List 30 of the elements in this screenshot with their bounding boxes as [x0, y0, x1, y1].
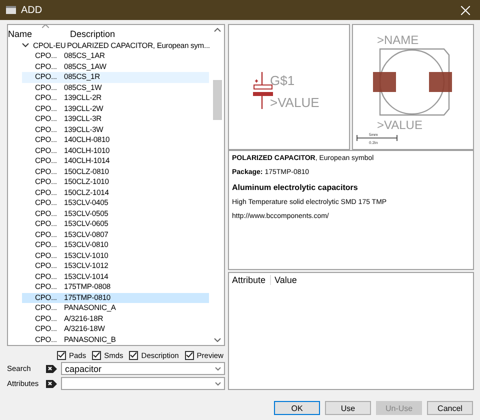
column-header[interactable]: Attribute — [232, 275, 271, 285]
close-icon — [460, 6, 470, 14]
scroll-up-icon[interactable] — [214, 28, 221, 32]
window-title: ADD — [21, 4, 44, 16]
column-header[interactable]: Name — [8, 28, 68, 39]
scroll-thumb[interactable] — [213, 80, 222, 120]
scroll-down-icon[interactable] — [214, 338, 221, 342]
scale-bar-icon — [356, 134, 398, 142]
symbol-value-label: >VALUE — [270, 95, 320, 110]
column-header[interactable]: Description — [68, 28, 116, 39]
clear-icon[interactable] — [46, 364, 57, 374]
symbol-name-label: G$1 — [270, 73, 295, 88]
window-icon — [6, 6, 16, 14]
description-heading: Aluminum electrolytic capacitors — [232, 183, 359, 192]
column-header[interactable]: Value — [274, 275, 297, 285]
clear-icon[interactable] — [46, 378, 57, 388]
package-name-label: >NAME — [377, 33, 419, 47]
checkmark-icon — [130, 352, 138, 358]
dialog-button[interactable]: Use — [325, 401, 371, 415]
search-field[interactable]: capacitor — [61, 362, 225, 375]
checkmark-icon — [186, 352, 193, 358]
dialog-button[interactable]: OK — [274, 401, 320, 415]
chevron-icon[interactable] — [22, 43, 29, 48]
dropdown-caret-icon[interactable] — [215, 382, 221, 386]
attributes-field[interactable] — [61, 377, 225, 390]
checkmark-icon — [58, 352, 65, 358]
dropdown-caret-icon[interactable] — [215, 366, 221, 370]
checkmark-icon — [93, 352, 100, 358]
package-value-label: >VALUE — [377, 118, 422, 132]
dialog-button[interactable]: Cancel — [427, 401, 473, 415]
